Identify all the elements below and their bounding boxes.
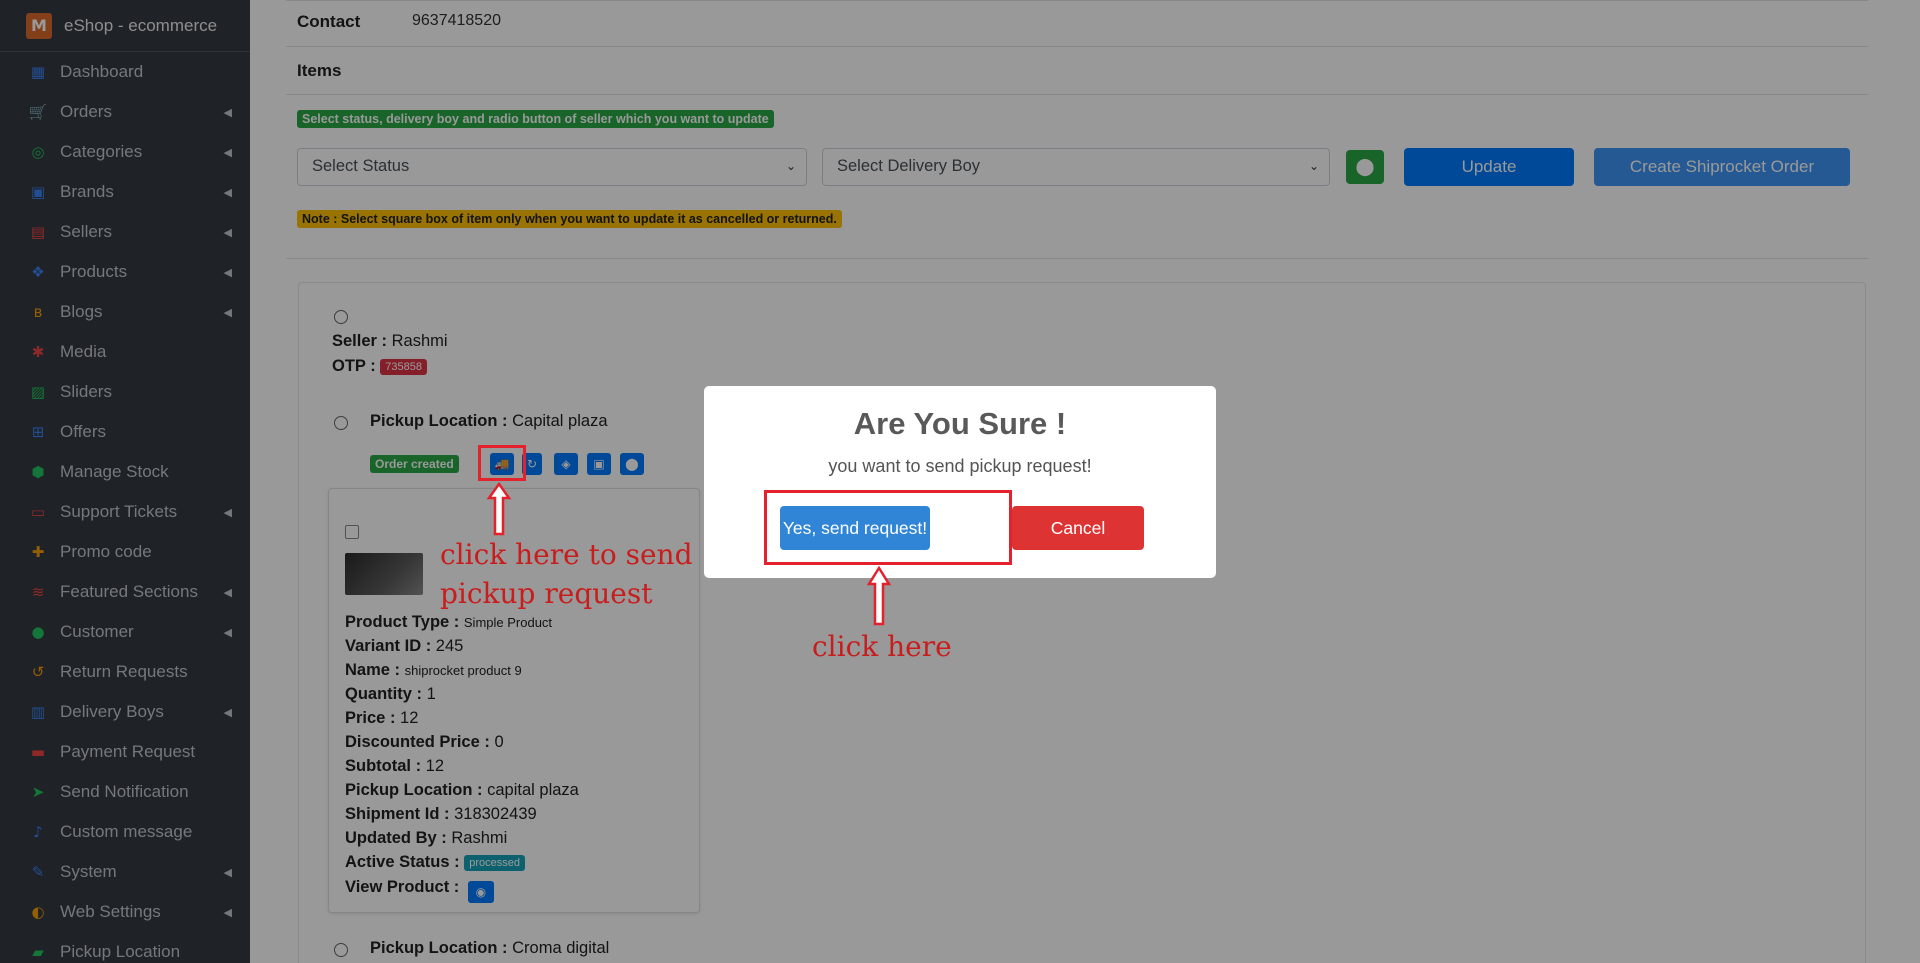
annotation-line: pickup request xyxy=(440,577,653,610)
dialog-text: you want to send pickup request! xyxy=(828,456,1092,476)
annotation-box-confirm xyxy=(764,490,1012,565)
annotation-arrow-up-icon xyxy=(866,566,892,626)
annotation-pickup-hint: click here to send pickup request xyxy=(440,535,693,613)
dialog-title: Are You Sure ! xyxy=(853,406,1067,441)
annotation-line: click here to send xyxy=(440,538,693,571)
annotation-box-pickup xyxy=(478,445,526,481)
annotation-click-here: click here xyxy=(812,630,952,663)
annotation-arrow-up-icon xyxy=(486,482,512,536)
cancel-button[interactable]: Cancel xyxy=(1012,506,1144,550)
